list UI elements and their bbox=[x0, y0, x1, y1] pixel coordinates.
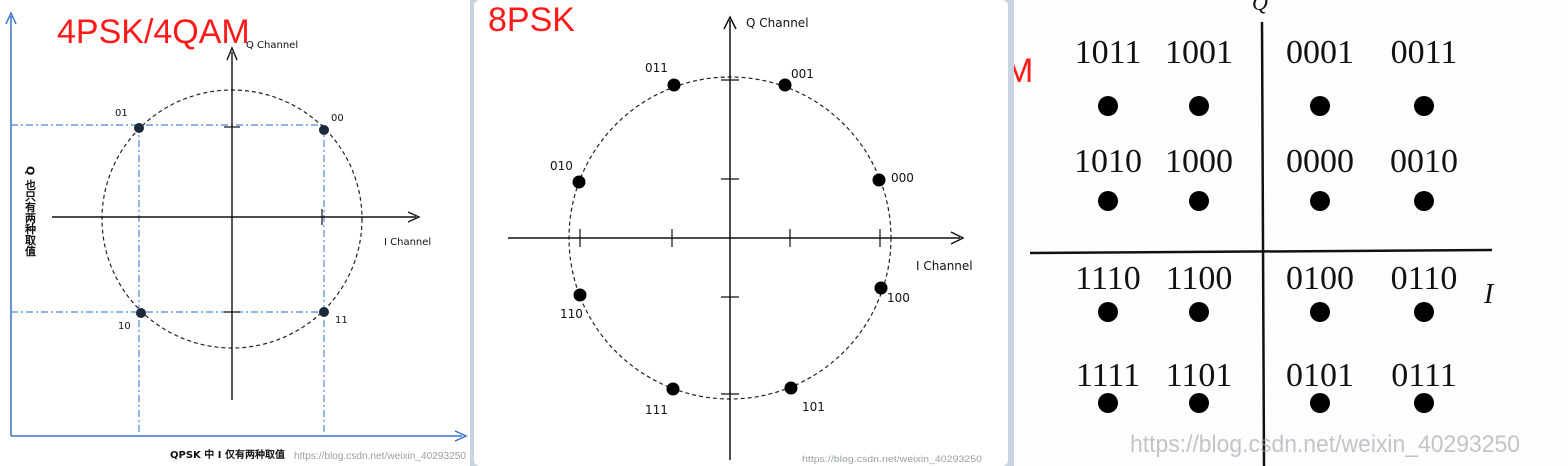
qam-point-label: 0101 bbox=[1286, 357, 1354, 394]
qam-constellation-point bbox=[1098, 96, 1118, 116]
qam-constellation-point bbox=[1189, 302, 1209, 322]
point-label-100: 100 bbox=[887, 291, 910, 305]
qam-constellation-point bbox=[1098, 393, 1118, 413]
point-label-011: 011 bbox=[645, 61, 668, 75]
projection-guides bbox=[11, 124, 325, 436]
qam-point-label: 0100 bbox=[1286, 260, 1354, 297]
qam-point-label: 0000 bbox=[1286, 143, 1354, 180]
constellation-point-011 bbox=[667, 78, 681, 92]
panel-title: 8PSK bbox=[488, 1, 575, 39]
qam16-panel: Q I 1011 1001 0001 0011 1010 1000 0000 0010 1110… bbox=[1014, 0, 1568, 466]
q-axis bbox=[1260, 21, 1266, 466]
qam-point-label: 1110 bbox=[1075, 260, 1140, 297]
q-channel-label: Q Channel bbox=[746, 16, 809, 30]
constellation-point-01 bbox=[134, 123, 144, 133]
point-label-01: 01 bbox=[115, 108, 128, 119]
watermark: https://blog.csdn.net/weixin_40293250 bbox=[294, 451, 466, 462]
qam-point-label: 1000 bbox=[1165, 143, 1233, 180]
q-side-note: Q 也只有两种取值 bbox=[24, 166, 38, 257]
qam-constellation-point bbox=[1414, 393, 1434, 413]
qam-constellation-point bbox=[1189, 393, 1209, 413]
qam-constellation-point bbox=[1414, 302, 1434, 322]
qam-constellation-point bbox=[1098, 302, 1118, 322]
qam-point-label: 0110 bbox=[1391, 260, 1458, 297]
q-channel-label: Q Channel bbox=[246, 40, 298, 51]
qam-point-label: 1011 bbox=[1075, 34, 1142, 71]
constellation-point-010 bbox=[572, 175, 586, 189]
qam-point-label: 0001 bbox=[1286, 34, 1354, 71]
qpsk-diagram: 01 00 10 11 Q Channel I Channel Q 也只有两种取… bbox=[5, 11, 468, 462]
qam-constellation-point bbox=[1098, 191, 1118, 211]
point-label-110: 110 bbox=[560, 307, 583, 321]
psk8-panel: 000 001 011 010 110 111 101 100 Q Channe… bbox=[474, 0, 1008, 466]
qam-constellation-point bbox=[1310, 393, 1330, 413]
i-axis bbox=[1029, 248, 1493, 255]
psk8-diagram: 000 001 011 010 110 111 101 100 Q Channe… bbox=[508, 15, 982, 464]
constellation-point-101 bbox=[784, 381, 798, 395]
qam-point-label: 0010 bbox=[1390, 143, 1458, 180]
constellation-point-00 bbox=[319, 125, 329, 135]
constellation-point-000 bbox=[872, 173, 886, 187]
qam-point-label: 1100 bbox=[1166, 260, 1233, 297]
qam-point-label: 1010 bbox=[1074, 143, 1142, 180]
point-label-10: 10 bbox=[118, 321, 131, 332]
qam-constellation-point bbox=[1310, 96, 1330, 116]
panel-title: 4PSK/4QAM bbox=[57, 13, 250, 51]
point-label-000: 000 bbox=[891, 171, 914, 185]
point-label-00: 00 bbox=[331, 113, 344, 124]
constellation-point-100 bbox=[874, 281, 888, 295]
qam16-diagram: Q I 1011 1001 0001 0011 1010 1000 0000 0010 1110… bbox=[1029, 0, 1520, 466]
constellation-point-11 bbox=[319, 307, 329, 317]
qam-point-label: 0011 bbox=[1391, 34, 1458, 71]
point-label-010: 010 bbox=[550, 159, 573, 173]
qpsk-panel: 01 00 10 11 Q Channel I Channel Q 也只有两种取… bbox=[0, 0, 470, 466]
qam-constellation-point bbox=[1414, 96, 1434, 116]
qam-point-label: 0111 bbox=[1391, 357, 1456, 394]
qam-point-label: 1101 bbox=[1166, 357, 1233, 394]
qam-constellation-point bbox=[1414, 191, 1434, 211]
qam-constellation-point bbox=[1310, 191, 1330, 211]
qam-constellation-point bbox=[1189, 96, 1209, 116]
qam-constellation-point bbox=[1310, 302, 1330, 322]
point-label-111: 111 bbox=[645, 403, 668, 417]
constellation-grid: 1011 1001 0001 0011 1010 1000 0000 0010 1110 1100… bbox=[1074, 34, 1458, 413]
q-axis-label: Q bbox=[1252, 0, 1268, 15]
qam-point-label: 1111 bbox=[1076, 357, 1140, 394]
watermark: https://blog.csdn.net/weixin_40293250 bbox=[1130, 431, 1520, 458]
panel-title: 16QAM bbox=[1014, 52, 1034, 90]
point-label-001: 001 bbox=[791, 67, 814, 81]
i-channel-label: I Channel bbox=[916, 259, 973, 273]
constellation-point-001 bbox=[778, 78, 792, 92]
i-axis-label: I bbox=[1483, 279, 1495, 310]
qam-point-label: 1001 bbox=[1165, 34, 1233, 71]
watermark: https://blog.csdn.net/weixin_40293250 bbox=[802, 454, 982, 464]
constellation-point-110 bbox=[573, 288, 587, 302]
constellation-point-10 bbox=[136, 308, 146, 318]
constellation-point-111 bbox=[666, 382, 680, 396]
point-label-101: 101 bbox=[802, 400, 825, 414]
point-label-11: 11 bbox=[335, 315, 348, 326]
i-bottom-note: QPSK 中 I 仅有两种取值 bbox=[170, 448, 285, 461]
qam-constellation-point bbox=[1189, 191, 1209, 211]
i-channel-label: I Channel bbox=[384, 237, 431, 248]
